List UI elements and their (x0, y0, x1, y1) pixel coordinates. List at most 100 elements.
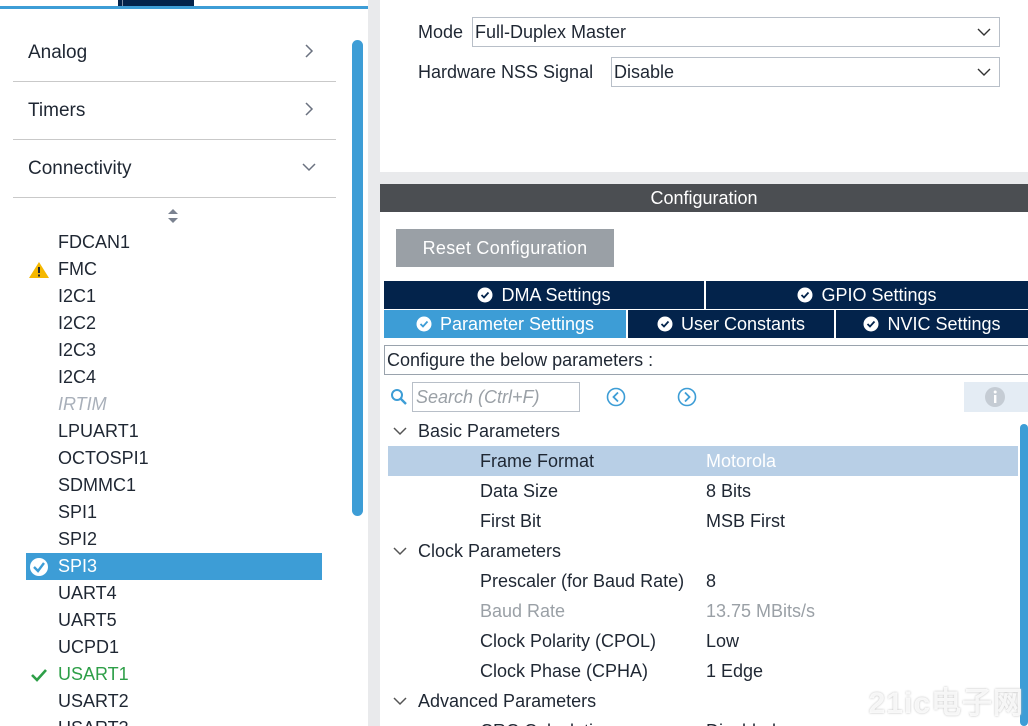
param-row-baud-rate: Baud Rate 13.75 MBits/s (388, 596, 1018, 626)
peripheral-item-i2c1[interactable]: I2C1 (26, 283, 322, 310)
configuration-header: Configuration (380, 184, 1028, 212)
peripheral-item-fmc[interactable]: FMC (26, 256, 322, 283)
peripheral-label: SDMMC1 (58, 475, 137, 495)
peripheral-item-usart2[interactable]: USART2 (26, 688, 322, 715)
param-name: Baud Rate (480, 601, 566, 621)
param-row-clock-polarity[interactable]: Clock Polarity (CPOL) Low (388, 626, 1018, 656)
tab-dma-settings[interactable]: DMA Settings (384, 281, 704, 309)
peripheral-label: I2C3 (58, 340, 97, 360)
param-name: Data Size (480, 481, 559, 501)
peripheral-item-fdcan1[interactable]: FDCAN1 (26, 229, 322, 256)
peripheral-item-i2c3[interactable]: I2C3 (26, 337, 322, 364)
search-input[interactable]: Search (Ctrl+F) (412, 382, 580, 412)
peripheral-label: IRTIM (58, 394, 107, 414)
group-basic-parameters[interactable]: Basic Parameters (380, 416, 1028, 446)
param-value[interactable]: Disabled (706, 716, 776, 726)
mode-label: Mode (418, 22, 464, 42)
param-value[interactable]: Low (706, 626, 739, 656)
info-panel-toggle[interactable] (964, 382, 1028, 412)
warning-icon (29, 262, 49, 278)
peripheral-item-sdmmc1[interactable]: SDMMC1 (26, 472, 322, 499)
chevron-down-icon (393, 547, 407, 556)
peripheral-item-usart3[interactable]: USART3 (26, 715, 322, 726)
param-value[interactable]: MSB First (706, 506, 785, 536)
param-row-frame-format[interactable]: Frame Format Motorola (388, 446, 1018, 476)
watermark: 21ic电子网 (868, 687, 1024, 720)
peripheral-item-spi3[interactable]: SPI3 (26, 553, 322, 580)
param-value[interactable]: Motorola (706, 446, 776, 476)
param-row-data-size[interactable]: Data Size 8 Bits (388, 476, 1018, 506)
peripheral-label: SPI3 (58, 556, 98, 576)
sidebar-tab-strip (0, 0, 368, 9)
peripheral-item-uart5[interactable]: UART5 (26, 607, 322, 634)
reset-configuration-button[interactable]: Reset Configuration (396, 229, 614, 267)
previous-match-icon[interactable] (606, 387, 626, 407)
tab-gpio-settings[interactable]: GPIO Settings (706, 281, 1028, 309)
param-name: Clock Polarity (CPOL) (480, 631, 657, 651)
peripheral-item-octospi1[interactable]: OCTOSPI1 (26, 445, 322, 472)
peripheral-label: LPUART1 (58, 421, 139, 441)
nss-select-value: Disable (614, 62, 675, 82)
group-clock-parameters[interactable]: Clock Parameters (380, 536, 1028, 566)
peripheral-item-uart4[interactable]: UART4 (26, 580, 322, 607)
peripheral-label: FMC (58, 259, 97, 279)
chevron-right-icon (305, 102, 314, 116)
peripheral-item-i2c4[interactable]: I2C4 (26, 364, 322, 391)
param-name: First Bit (480, 511, 541, 531)
nss-select[interactable]: Disable (611, 57, 1000, 87)
param-value[interactable]: 1 Edge (706, 656, 763, 686)
param-row-first-bit[interactable]: First Bit MSB First (388, 506, 1018, 536)
category-label: Analog (28, 42, 88, 63)
tab-label: User Constants (680, 314, 806, 334)
peripheral-list: FDCAN1 FMC I2C1 I2C2 I2C3 I2C4 IRTIM LPU… (26, 229, 322, 726)
param-name: Prescaler (for Baud Rate) (480, 571, 685, 591)
chevron-down-icon (393, 427, 407, 436)
peripheral-label: FDCAN1 (58, 232, 131, 252)
chevron-right-icon (305, 44, 314, 58)
param-value[interactable]: 8 (706, 566, 716, 596)
tab-label: Parameter Settings (439, 314, 595, 334)
check-circle-icon (797, 287, 813, 303)
peripheral-label: USART1 (58, 664, 129, 684)
peripheral-item-usart1[interactable]: USART1 (26, 661, 322, 688)
tab-parameter-settings[interactable]: Parameter Settings (384, 310, 626, 338)
peripheral-item-irtim[interactable]: IRTIM (26, 391, 322, 418)
peripheral-item-lpuart1[interactable]: LPUART1 (26, 418, 322, 445)
param-name: Frame Format (480, 451, 595, 471)
tab-nvic-settings[interactable]: NVIC Settings (836, 310, 1028, 338)
section-divider[interactable] (380, 172, 1028, 184)
tab-user-constants[interactable]: User Constants (628, 310, 834, 338)
pane-divider[interactable] (368, 0, 380, 726)
param-value: 13.75 MBits/s (706, 601, 816, 621)
peripheral-item-i2c2[interactable]: I2C2 (26, 310, 322, 337)
configure-description: Configure the below parameters : (384, 345, 1028, 375)
category-label: Connectivity (28, 158, 132, 179)
category-connectivity[interactable]: Connectivity (13, 140, 336, 198)
param-row-prescaler[interactable]: Prescaler (for Baud Rate) 8 (388, 566, 1018, 596)
check-circle-icon (657, 316, 673, 332)
peripheral-item-spi2[interactable]: SPI2 (26, 526, 322, 553)
sort-icon[interactable] (166, 207, 180, 225)
peripheral-label: OCTOSPI1 (58, 448, 149, 468)
group-label: Advanced Parameters (418, 691, 597, 711)
tab-row-2: Parameter Settings User Constants NVIC S… (384, 310, 1028, 338)
peripheral-item-ucpd1[interactable]: UCPD1 (26, 634, 322, 661)
next-match-icon[interactable] (677, 387, 697, 407)
check-circle-icon (416, 316, 432, 332)
tab-label: DMA Settings (501, 285, 611, 305)
category-analog[interactable]: Analog (13, 24, 336, 82)
tab-label: GPIO Settings (821, 285, 937, 305)
category-timers[interactable]: Timers (13, 82, 336, 140)
mode-select[interactable]: Full-Duplex Master (472, 17, 1000, 47)
peripheral-label: SPI2 (58, 529, 98, 549)
nss-row: Hardware NSS Signal Disable (416, 57, 1020, 87)
group-label: Clock Parameters (418, 541, 562, 561)
chevron-down-icon (302, 163, 316, 172)
param-value[interactable]: 8 Bits (706, 476, 751, 506)
mode-configuration-pane: Mode Full-Duplex Master Hardware NSS Sig… (380, 0, 1028, 726)
mode-select-value: Full-Duplex Master (475, 22, 627, 42)
param-name: CRC Calculation (480, 716, 613, 726)
sidebar-scrollbar[interactable] (352, 40, 363, 516)
peripheral-item-spi1[interactable]: SPI1 (26, 499, 322, 526)
peripheral-label: I2C1 (58, 286, 97, 306)
